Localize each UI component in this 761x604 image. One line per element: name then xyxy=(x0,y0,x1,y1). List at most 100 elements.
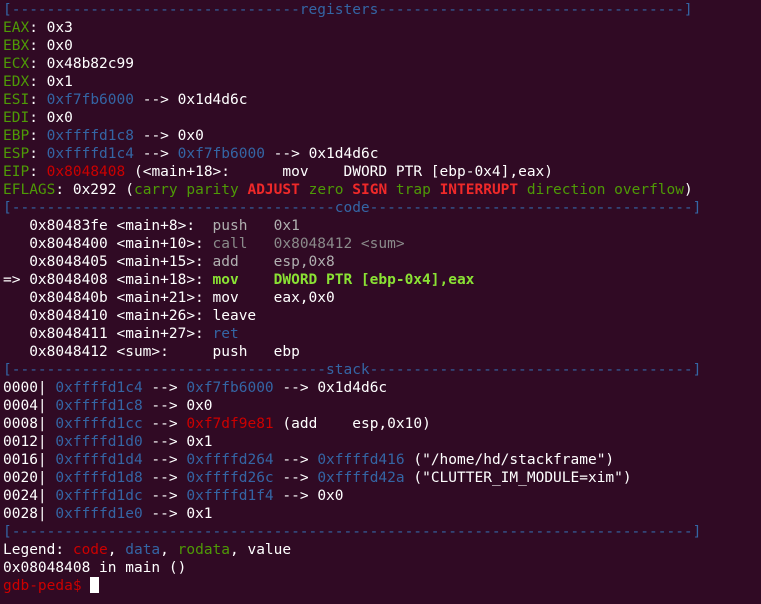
terminal-text: 0x804840b <main+21>: mov eax,0x0 xyxy=(3,290,335,306)
terminal-text: 0xffffd416 xyxy=(317,452,405,468)
terminal-text: code xyxy=(72,542,108,558)
terminal-text: 0xf7fb6000 xyxy=(186,380,274,396)
terminal-text: ESI xyxy=(3,92,30,108)
terminal-text: , value xyxy=(230,542,292,558)
terminal-text: ) xyxy=(684,182,693,198)
register-line: ECX: 0x48b82c99 xyxy=(3,55,759,73)
terminal-text: (<main+18>: mov DWORD PTR [ebp-0x4],eax) xyxy=(125,164,554,180)
terminal-text: (add esp,0x10) xyxy=(273,416,431,432)
terminal-text: 0004| xyxy=(3,398,56,414)
register-line: EFLAGS: 0x292 (carry parity ADJUST zero … xyxy=(3,181,759,199)
terminal-text: 0x8048400 <main+10>: xyxy=(3,236,213,252)
terminal-text: 0x8048408 xyxy=(46,164,126,180)
current-instruction-line: => 0x8048408 <main+18>: mov DWORD PTR [e… xyxy=(3,271,759,289)
section-separator: [---------------------------------regist… xyxy=(3,1,759,19)
stack-line: 0012| 0xffffd1d0 --> 0x1 xyxy=(3,433,759,451)
terminal-text: 0x8048405 <main+15>: xyxy=(3,254,213,270)
register-line: EDI: 0x0 xyxy=(3,109,759,127)
terminal-text: gdb-peda$ xyxy=(3,578,82,594)
terminal-text: 0000| xyxy=(3,380,56,396)
output-line: 0x08048408 in main () xyxy=(3,559,759,577)
terminal-text: --> xyxy=(142,470,187,486)
terminal-text: zero xyxy=(299,182,353,198)
terminal-text: EAX xyxy=(3,20,30,36)
terminal-text: 0020| xyxy=(3,470,56,486)
terminal-text: EBP xyxy=(3,128,30,144)
legend-line: Legend: code, data, rodata, value xyxy=(3,541,759,559)
register-line: ESP: 0xffffd1c4 --> 0xf7fb6000 --> 0x1d4… xyxy=(3,145,759,163)
terminal-text: --> 0x1d4d6c xyxy=(264,146,379,162)
section-separator: [---------------------------------------… xyxy=(3,523,759,541)
terminal-text: EIP xyxy=(3,164,30,180)
terminal-text: 0x8048412 <sum>: push ebp xyxy=(3,344,300,360)
terminal-text: 0x80483fe <main+8>: xyxy=(3,218,213,234)
terminal-text: --> xyxy=(273,470,318,486)
terminal-text: EDI xyxy=(3,110,30,126)
terminal-text: ret xyxy=(212,326,239,342)
terminal-text: trap xyxy=(387,182,440,198)
terminal-text: 0xffffd1d0 xyxy=(55,434,143,450)
code-line: 0x8048410 <main+26>: leave xyxy=(3,307,759,325)
stack-line: 0024| 0xffffd1dc --> 0xffffd1f4 --> 0x0 xyxy=(3,487,759,505)
prompt-line: gdb-peda$ xyxy=(3,577,759,595)
text-cursor[interactable] xyxy=(90,577,100,593)
terminal-text: 0028| xyxy=(3,506,56,522)
code-line: 0x8048400 <main+10>: call 0x8048412 <sum… xyxy=(3,235,759,253)
terminal-text: : 0x292 ( xyxy=(55,182,134,198)
stack-line: 0016| 0xffffd1d4 --> 0xffffd264 --> 0xff… xyxy=(3,451,759,469)
terminal-text: ("CLUTTER_IM_MODULE=xim") xyxy=(404,470,632,486)
code-line: 0x80483fe <main+8>: push 0x1 xyxy=(3,217,759,235)
stack-line: 0000| 0xffffd1c4 --> 0xf7fb6000 --> 0x1d… xyxy=(3,379,759,397)
terminal-text: 0xffffd1e0 xyxy=(55,506,143,522)
terminal-text: : 0x1 xyxy=(29,74,73,90)
terminal-text: 0012| xyxy=(3,434,56,450)
terminal-text: --> 0x0 xyxy=(142,398,213,414)
terminal-text: EFLAGS xyxy=(3,182,56,198)
terminal-text: --> xyxy=(133,146,178,162)
terminal-text: --> xyxy=(142,452,187,468)
terminal-text: 0xffffd42a xyxy=(317,470,405,486)
terminal-text: 0xffffd1c4 xyxy=(55,380,143,396)
terminal-text: SIGN xyxy=(352,182,388,198)
terminal-text: EDX xyxy=(3,74,30,90)
terminal-text: 0x8048410 <main+26>: leave xyxy=(3,308,257,324)
code-line: 0x8048411 <main+27>: ret xyxy=(3,325,759,343)
terminal-text: 0024| xyxy=(3,488,56,504)
terminal-text: --> 0x1d4d6c xyxy=(133,92,248,108)
terminal-text: : xyxy=(29,146,47,162)
terminal-text: 0xf7fb6000 xyxy=(46,92,134,108)
terminal-text: 0016| xyxy=(3,452,56,468)
terminal-text: data xyxy=(125,542,161,558)
terminal-text: : 0x48b82c99 xyxy=(29,56,134,72)
register-line: EBX: 0x0 xyxy=(3,37,759,55)
terminal-text: 0xffffd1c8 xyxy=(46,128,134,144)
terminal-text: [---------------------------------------… xyxy=(3,524,702,540)
terminal-text: push 0x1 xyxy=(212,218,300,234)
terminal-text: ESP xyxy=(3,146,30,162)
stack-line: 0028| 0xffffd1e0 --> 0x1 xyxy=(3,505,759,523)
terminal-text: => 0x8048408 <main+18>: xyxy=(3,272,213,288)
terminal-text: 0x08048408 in main () xyxy=(3,560,187,576)
terminal-text: : xyxy=(29,92,47,108)
terminal-text: carry parity xyxy=(133,182,248,198)
register-line: ESI: 0xf7fb6000 --> 0x1d4d6c xyxy=(3,91,759,109)
terminal-text: [---------------------------------regist… xyxy=(3,2,693,18)
terminal-text: --> xyxy=(273,452,318,468)
terminal-text: 0xffffd264 xyxy=(186,452,274,468)
terminal-text: ADJUST xyxy=(247,182,300,198)
terminal-text: : xyxy=(29,164,47,180)
stack-line: 0008| 0xffffd1cc --> 0xf7df9e81 (add esp… xyxy=(3,415,759,433)
terminal-text: 0xffffd1c8 xyxy=(55,398,143,414)
terminal-text: --> 0x1 xyxy=(142,506,213,522)
terminal-text: call 0x8048412 <sum> xyxy=(212,236,405,252)
terminal-text: 0xffffd1c4 xyxy=(46,146,134,162)
terminal-output[interactable]: [---------------------------------regist… xyxy=(3,1,759,595)
terminal-text: ECX xyxy=(3,56,30,72)
stack-line: 0020| 0xffffd1d8 --> 0xffffd26c --> 0xff… xyxy=(3,469,759,487)
terminal-text: INTERRUPT xyxy=(439,182,519,198)
terminal-text: --> 0x1d4d6c xyxy=(273,380,388,396)
section-separator: [------------------------------------sta… xyxy=(3,361,759,379)
terminal-text: 0008| xyxy=(3,416,56,432)
terminal-text: : 0x0 xyxy=(29,110,73,126)
